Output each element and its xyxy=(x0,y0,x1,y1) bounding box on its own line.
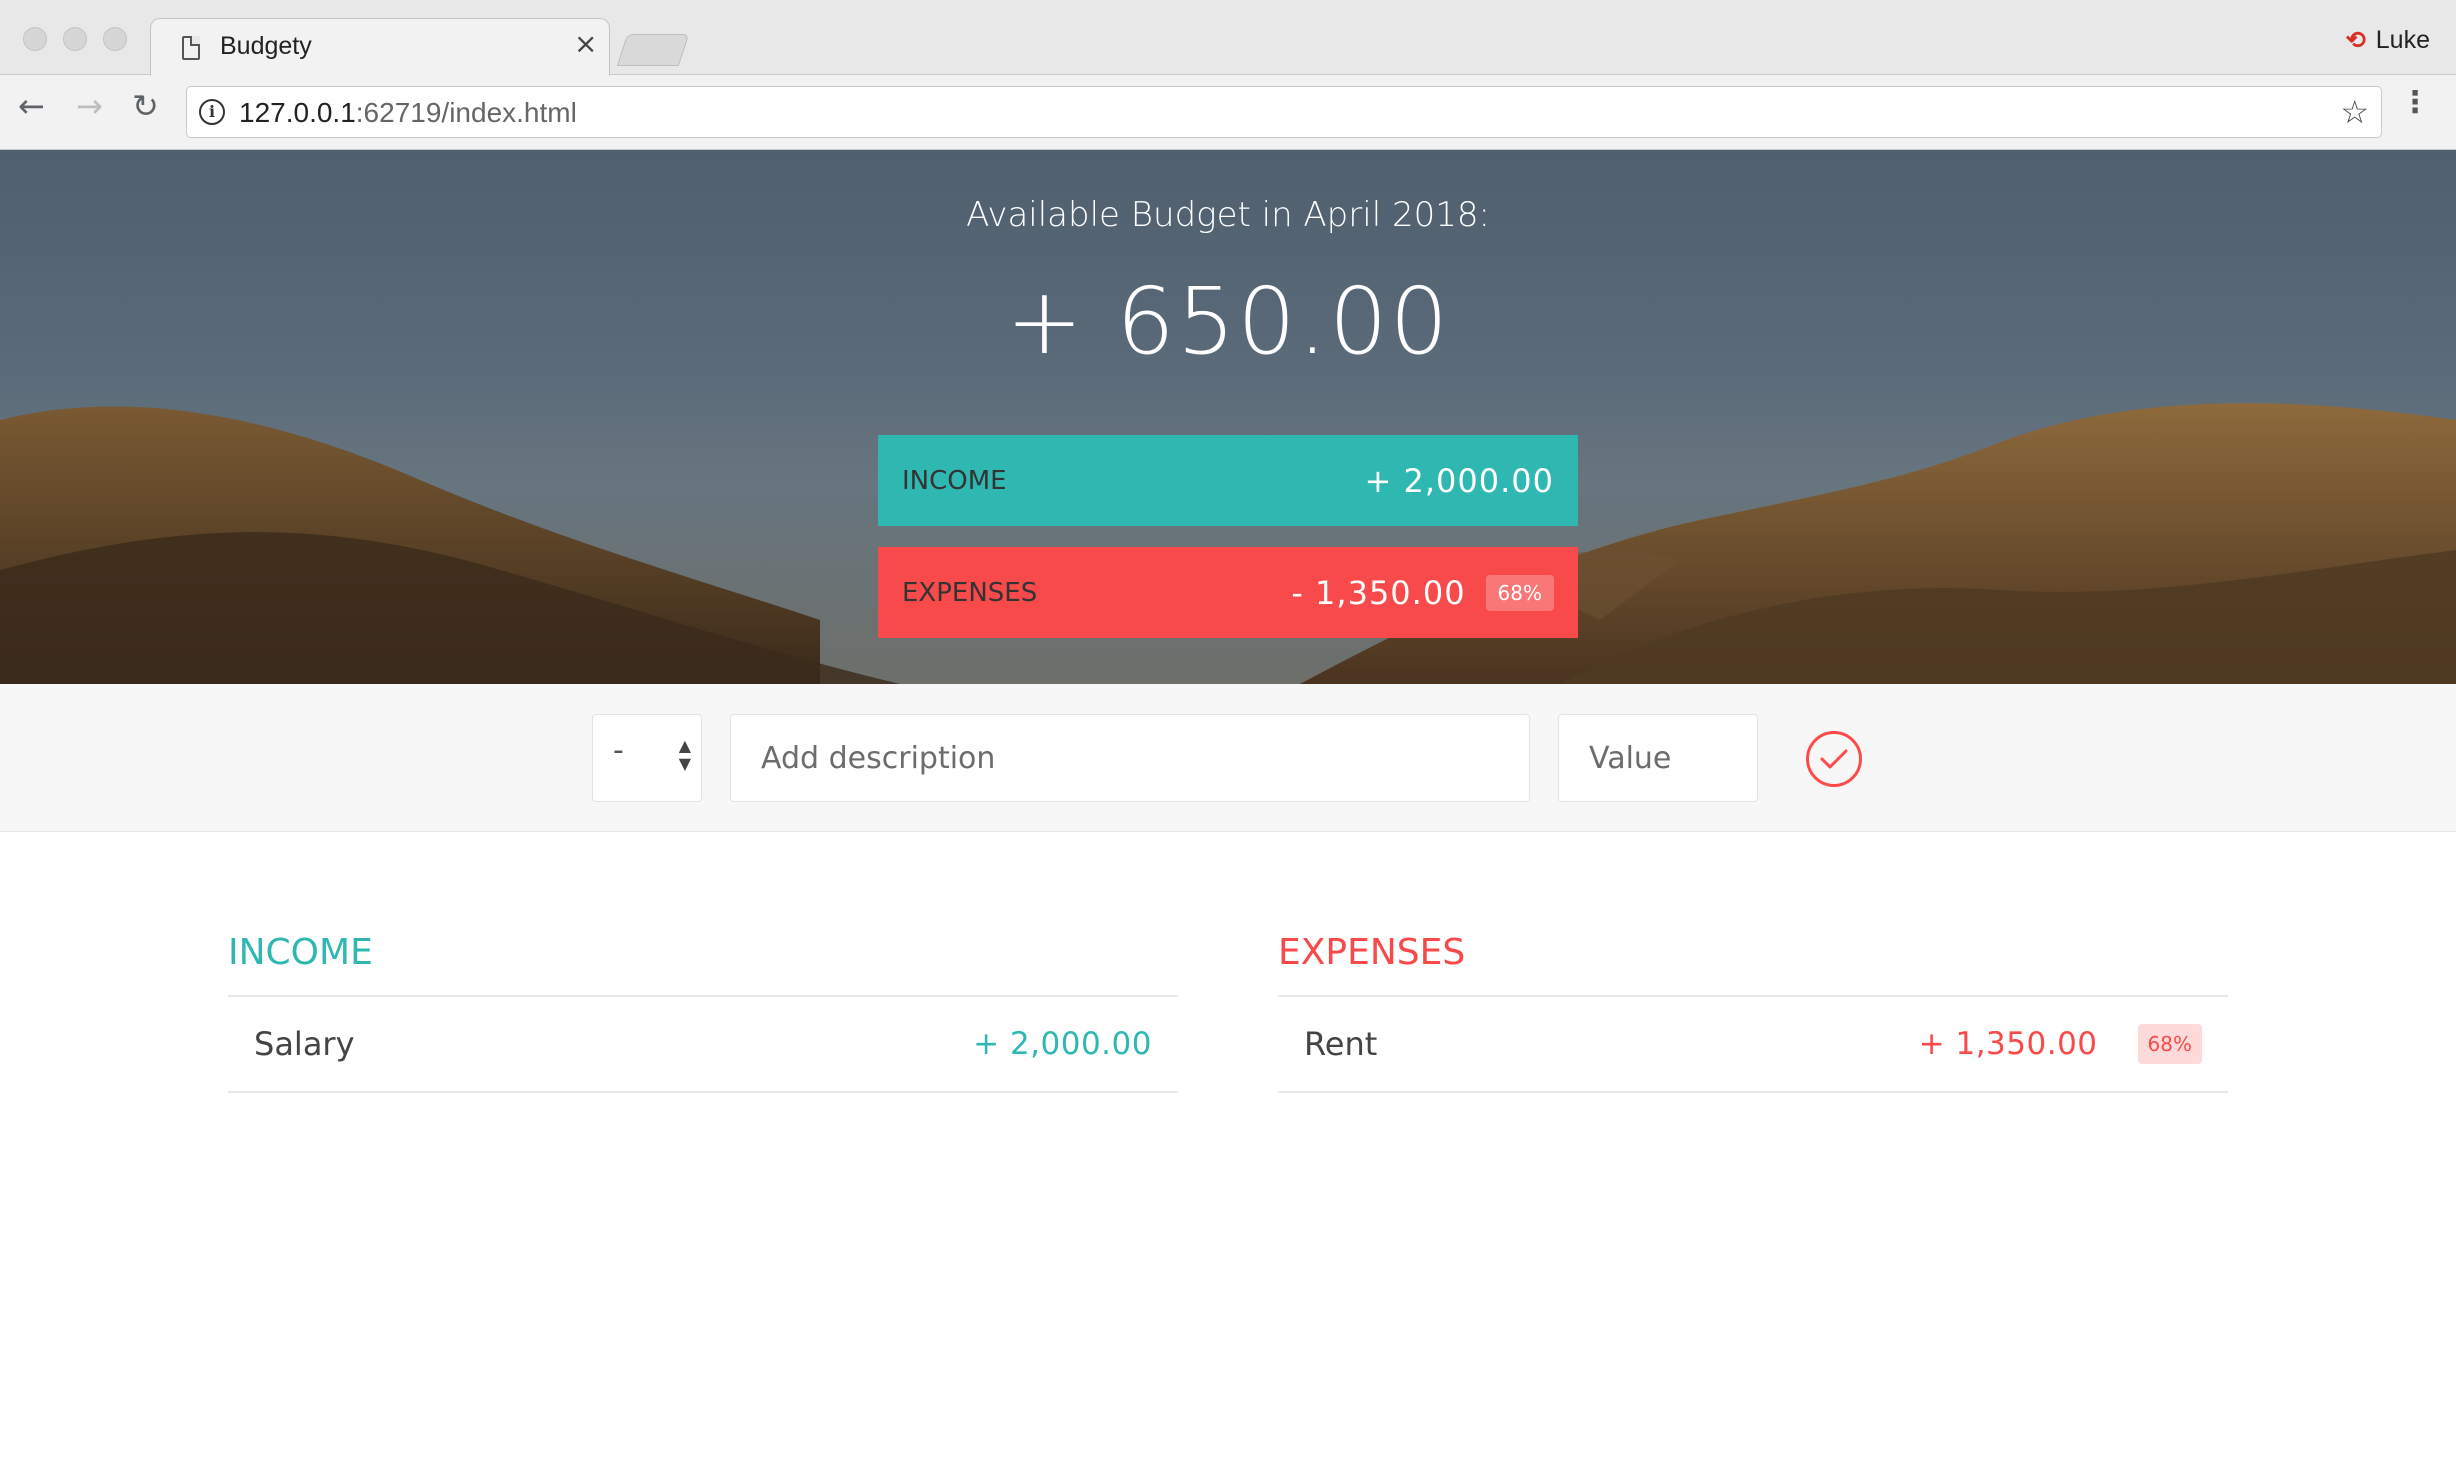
forward-arrow-icon[interactable]: → xyxy=(76,90,103,122)
income-list: Income Salary + 2,000.00 xyxy=(228,932,1178,1093)
income-summary-label: Income xyxy=(902,465,1007,496)
browser-chrome: Budgety × ⟲ Luke ← → ↻ i 127.0.0.1:62719… xyxy=(0,0,2456,150)
sync-error-icon: ⟲ xyxy=(2345,27,2366,54)
budget-title: Available Budget in April 2018: xyxy=(966,195,1490,235)
info-icon[interactable]: i xyxy=(199,99,225,125)
item-value: + 2,000.00 xyxy=(973,1026,1152,1062)
value-input[interactable] xyxy=(1558,714,1758,802)
minimize-window-button[interactable] xyxy=(63,27,87,51)
tab-title: Budgety xyxy=(220,32,312,60)
new-tab-button[interactable] xyxy=(616,34,690,66)
list-item[interactable]: Salary + 2,000.00 xyxy=(228,995,1178,1093)
type-select[interactable]: - ▲ ▼ xyxy=(592,714,702,802)
expenses-summary: Expenses - 1,350.00 68% xyxy=(878,547,1578,638)
expenses-list-title: Expenses xyxy=(1278,932,1466,973)
expenses-summary-value: - 1,350.00 xyxy=(1291,573,1466,612)
list-item[interactable]: Rent + 1,350.00 68% xyxy=(1278,995,2228,1093)
expenses-list: Expenses Rent + 1,350.00 68% xyxy=(1278,932,2228,1093)
item-description: Salary xyxy=(254,1025,355,1063)
url-text: 127.0.0.1:62719/index.html xyxy=(239,97,577,129)
maximize-window-button[interactable] xyxy=(103,27,127,51)
income-summary: Income + 2,000.00 xyxy=(878,435,1578,526)
tab-strip: Budgety × ⟲ Luke xyxy=(0,0,2456,76)
item-value: + 1,350.00 xyxy=(1918,1026,2098,1062)
select-arrows-icon: ▲ ▼ xyxy=(678,736,691,773)
checkmark-icon xyxy=(1820,749,1848,769)
tab-close-icon[interactable]: × xyxy=(574,30,597,58)
profile-name: Luke xyxy=(2375,26,2430,54)
page: Available Budget in April 2018: + 650.00… xyxy=(0,150,2456,1484)
document-icon xyxy=(182,36,200,60)
close-window-button[interactable] xyxy=(23,27,47,51)
item-percentage-badge: 68% xyxy=(2137,1024,2202,1064)
browser-menu-icon[interactable]: ⋮ xyxy=(2400,88,2430,118)
expenses-summary-label: Expenses xyxy=(902,577,1038,608)
add-button[interactable] xyxy=(1806,731,1862,787)
tab-budgety[interactable] xyxy=(150,18,610,76)
browser-toolbar: ← → ↻ i 127.0.0.1:62719/index.html ☆ ⋮ xyxy=(0,76,2456,150)
profile-button[interactable]: ⟲ Luke xyxy=(2346,26,2430,55)
address-bar[interactable]: i 127.0.0.1:62719/index.html ☆ xyxy=(186,86,2382,138)
income-list-title: Income xyxy=(228,932,373,973)
url-path: :62719/index.html xyxy=(355,97,577,128)
type-select-value: - xyxy=(613,733,624,768)
item-description: Rent xyxy=(1304,1025,1378,1063)
income-summary-value: + 2,000.00 xyxy=(1364,461,1554,500)
expenses-percentage-badge: 68% xyxy=(1485,574,1554,611)
description-input[interactable] xyxy=(730,714,1530,802)
budget-value: + 650.00 xyxy=(1005,268,1451,375)
budget-header: Available Budget in April 2018: + 650.00… xyxy=(0,150,2456,684)
reload-icon[interactable]: ↻ xyxy=(132,90,159,122)
back-arrow-icon[interactable]: ← xyxy=(18,90,45,122)
add-entry-bar: - ▲ ▼ xyxy=(0,684,2456,832)
url-host: 127.0.0.1 xyxy=(239,97,356,128)
lists-container: Income Salary + 2,000.00 Expenses Rent +… xyxy=(0,832,2456,1484)
bookmark-star-icon[interactable]: ☆ xyxy=(2340,93,2369,131)
